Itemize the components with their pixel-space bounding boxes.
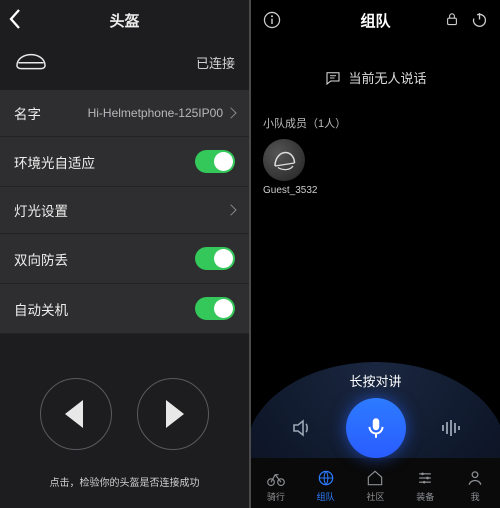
team-screen: 组队 当前无人说话 小队成员（1人） Guest_3532	[251, 0, 500, 508]
lock-icon[interactable]	[444, 11, 460, 27]
speaking-status: 当前无人说话	[263, 68, 488, 87]
row-name-label: 名字	[14, 103, 41, 123]
prev-button[interactable]	[40, 378, 112, 450]
ambient-toggle[interactable]	[195, 150, 235, 173]
settings-list: 名字 Hi-Helmetphone-125IP00 环境光自适应 灯光设置 双向…	[0, 90, 249, 334]
row-name[interactable]: 名字 Hi-Helmetphone-125IP00	[0, 90, 249, 137]
autopower-toggle[interactable]	[195, 297, 235, 320]
chevron-right-icon	[225, 204, 236, 215]
row-ambient-light: 环境光自适应	[0, 137, 249, 187]
sliders-icon	[415, 468, 435, 488]
tab-community-label: 社区	[366, 490, 384, 503]
globe-icon	[316, 468, 336, 488]
home-icon	[365, 468, 385, 488]
tab-team-label: 组队	[317, 490, 335, 503]
person-icon	[465, 468, 485, 488]
device-row: 已连接	[0, 40, 249, 84]
row-autopower-label: 自动关机	[14, 299, 68, 319]
row-anti-lost: 双向防丢	[0, 234, 249, 284]
hint-text: 点击，检验你的头盔是否连接成功	[0, 474, 249, 489]
right-title: 组队	[360, 10, 390, 31]
chat-bubble-icon	[324, 69, 342, 87]
device-status: 已连接	[196, 53, 235, 72]
bike-icon	[266, 468, 286, 488]
info-icon[interactable]	[263, 11, 281, 29]
members-title: 小队成员（1人）	[263, 115, 488, 131]
tab-gear[interactable]: 装备	[415, 468, 435, 503]
row-name-value: Hi-Helmetphone-125IP00	[88, 106, 235, 120]
tab-ride[interactable]: 骑行	[266, 468, 286, 503]
triangle-right-icon	[166, 400, 184, 428]
tab-me-label: 我	[471, 490, 480, 503]
tab-team[interactable]: 组队	[316, 468, 336, 503]
bottom-tabs: 骑行 组队 社区 装备 我	[251, 458, 500, 508]
speaker-icon[interactable]	[290, 416, 314, 440]
row-light-settings[interactable]: 灯光设置	[0, 187, 249, 234]
waveform-icon[interactable]	[438, 416, 462, 440]
tab-community[interactable]: 社区	[365, 468, 385, 503]
row-light-label: 灯光设置	[14, 200, 68, 220]
helmet-icon	[14, 52, 48, 72]
row-auto-power: 自动关机	[0, 284, 249, 334]
back-icon[interactable]	[8, 8, 22, 34]
member-name: Guest_3532	[263, 185, 488, 196]
nav-circles	[0, 378, 249, 450]
row-ambient-label: 环境光自适应	[14, 152, 95, 172]
helmet-settings-screen: 头盔 已连接 名字 Hi-Helmetphone-125IP00 环境光自适应 …	[0, 0, 251, 508]
left-title: 头盔	[109, 10, 139, 31]
row-antilost-label: 双向防丢	[14, 249, 68, 269]
avatar	[263, 139, 305, 181]
tab-me[interactable]: 我	[465, 468, 485, 503]
ptt-area: 长按对讲	[251, 371, 500, 458]
ptt-mic-button[interactable]	[346, 398, 406, 458]
member-item[interactable]: Guest_3532	[263, 139, 488, 196]
power-icon[interactable]	[471, 11, 488, 28]
ptt-label: 长按对讲	[251, 371, 500, 390]
right-body: 当前无人说话 小队成员（1人） Guest_3532	[251, 40, 500, 196]
triangle-left-icon	[65, 400, 83, 428]
chevron-right-icon	[225, 107, 236, 118]
antilost-toggle[interactable]	[195, 247, 235, 270]
tab-gear-label: 装备	[416, 490, 434, 503]
speaking-status-text: 当前无人说话	[348, 68, 426, 87]
next-button[interactable]	[137, 378, 209, 450]
right-header: 组队	[251, 0, 500, 40]
tab-ride-label: 骑行	[267, 490, 285, 503]
left-header: 头盔	[0, 0, 249, 40]
mic-icon	[363, 415, 389, 441]
